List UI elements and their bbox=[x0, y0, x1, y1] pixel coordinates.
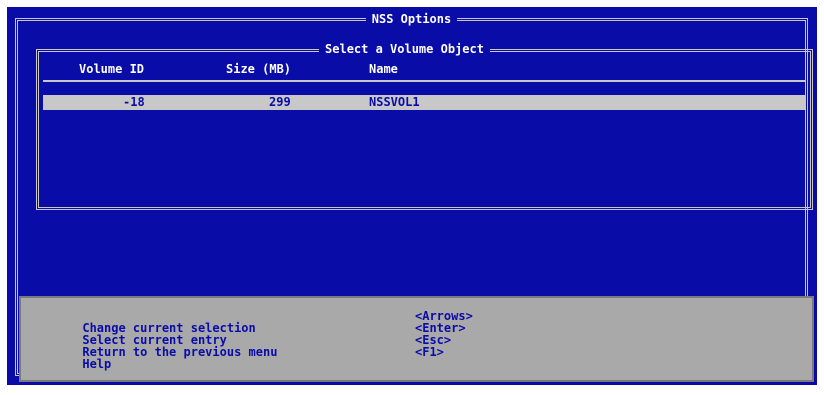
help-item: Return to the previous menu <Esc> bbox=[39, 334, 451, 358]
help-item: Select current entry <Enter> bbox=[39, 322, 465, 346]
nss-console-screen: NSS Options Select a Volume Object Volum… bbox=[7, 7, 817, 385]
header-divider bbox=[43, 80, 806, 82]
help-item: Help <F1> bbox=[39, 346, 444, 370]
help-item: Change current selection <Arrows> bbox=[39, 310, 472, 334]
column-header-size: Size (MB) bbox=[226, 62, 292, 76]
volume-list-title: Select a Volume Object bbox=[319, 43, 490, 56]
column-header-volume-id: Volume ID bbox=[79, 62, 145, 76]
cell-size: 299 bbox=[269, 95, 291, 109]
cell-volume-id: -18 bbox=[123, 95, 145, 109]
help-action: Help bbox=[82, 357, 112, 371]
help-key: <F1> bbox=[415, 345, 444, 359]
cell-name: NSSVOL1 bbox=[369, 95, 420, 109]
column-header-name: Name bbox=[369, 62, 398, 76]
table-row[interactable]: -18 299 NSSVOL1 bbox=[43, 95, 806, 110]
volume-list-panel: Select a Volume Object Volume ID Size (M… bbox=[36, 43, 813, 210]
window-title: NSS Options bbox=[365, 13, 458, 26]
help-action: Return to the previous menu bbox=[82, 345, 278, 359]
help-panel: Change current selection <Arrows> Select… bbox=[19, 296, 814, 382]
